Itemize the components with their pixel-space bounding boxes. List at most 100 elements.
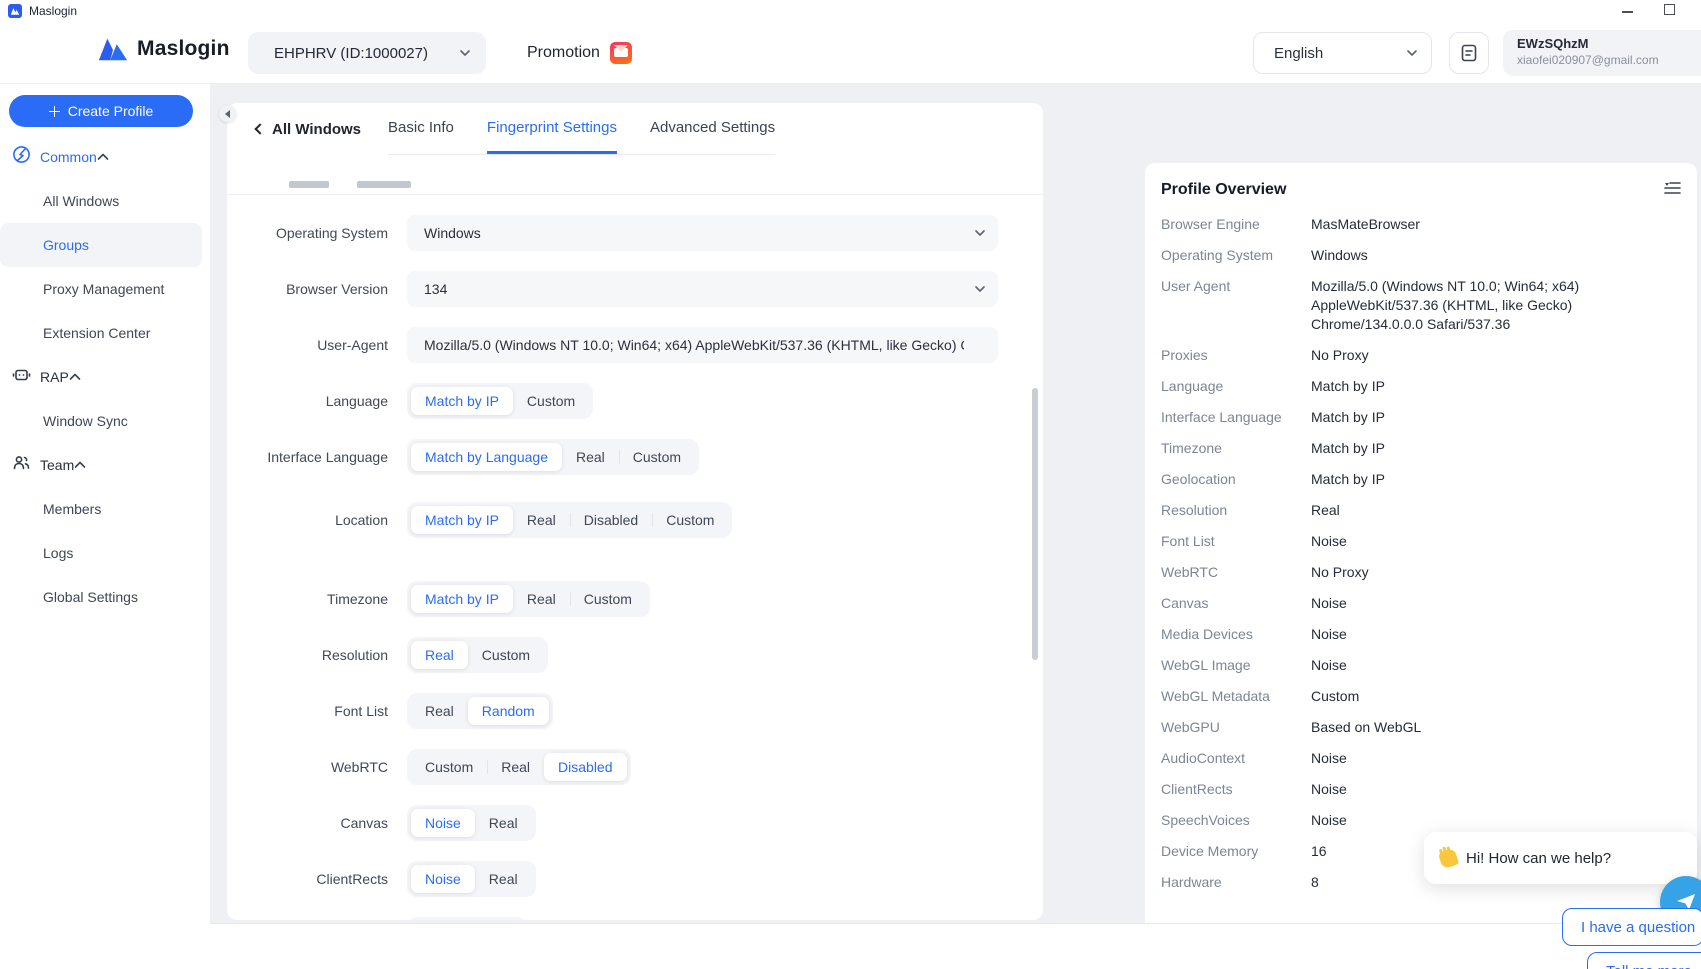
form-label: Location (227, 502, 407, 538)
form-label: Interface Language (227, 439, 407, 475)
segment-option[interactable]: Real (513, 506, 570, 534)
overview-label: Device Memory (1161, 842, 1311, 861)
overview-row: TimezoneMatch by IP (1161, 439, 1681, 458)
segment-option[interactable]: Match by IP (411, 506, 513, 534)
location-segment: Match by IPRealDisabledCustom (407, 502, 732, 538)
select-value: Windows (424, 225, 481, 241)
minimize-icon[interactable] (1622, 11, 1633, 13)
segment-option[interactable]: Real (487, 753, 544, 781)
segment-option[interactable]: Real (475, 809, 532, 837)
segment-option[interactable]: Real (562, 443, 619, 471)
overview-value: Real (1311, 501, 1681, 520)
maximize-icon[interactable] (1664, 4, 1675, 15)
sidebar-item-all-windows[interactable]: All Windows (0, 179, 202, 223)
tabs-group: Basic Info Fingerprint Settings Advanced S… (388, 103, 775, 155)
overview-label: ClientRects (1161, 780, 1311, 799)
segment-option[interactable]: Match by IP (411, 387, 513, 415)
overview-row: AudioContextNoise (1161, 749, 1681, 768)
form-row-browser-version: Browser Version134 (227, 271, 1043, 307)
segment-option[interactable]: Real (513, 585, 570, 613)
segment-option[interactable]: Custom (652, 506, 728, 534)
scrollbar-thumb[interactable] (1032, 388, 1038, 660)
segment-option[interactable]: Match by IP (411, 585, 513, 613)
overview-label: Operating System (1161, 246, 1311, 265)
chat-quick-reply-question[interactable]: I have a question (1562, 908, 1701, 946)
segment-option[interactable]: Noise (411, 865, 475, 893)
language-dropdown[interactable]: English (1253, 32, 1432, 74)
overview-value: Match by IP (1311, 377, 1681, 396)
sidebar-item-members[interactable]: Members (0, 487, 202, 531)
user-account[interactable]: EWzSQhzM xiaofei020907@gmail.com (1503, 30, 1701, 76)
overview-label: Interface Language (1161, 408, 1311, 427)
select-value: 134 (424, 281, 447, 297)
body: Create Profile CommonAll WindowsGroupsPr… (0, 84, 1701, 969)
browser-version-select[interactable]: 134 (407, 271, 998, 307)
segment-option[interactable]: Custom (468, 641, 544, 669)
brand-name: Maslogin (137, 37, 230, 61)
segment-option[interactable]: Custom (619, 443, 695, 471)
tab-basic-info[interactable]: Basic Info (388, 103, 454, 154)
gift-icon (610, 42, 632, 64)
operating-system-select[interactable]: Windows (407, 215, 998, 251)
sidebar-item-logs[interactable]: Logs (0, 531, 202, 575)
sidebar-item-extension-center[interactable]: Extension Center (0, 311, 202, 355)
overview-row: ResolutionReal (1161, 501, 1681, 520)
user-email: xiaofei020907@gmail.com (1517, 53, 1691, 67)
chat-greeting-bubble[interactable]: Hi! How can we help? (1424, 832, 1697, 884)
sidebar-item-groups[interactable]: Groups (0, 223, 202, 267)
segment-option[interactable]: Custom (513, 387, 589, 415)
profile-selector-value: EHPHRV (ID:1000027) (274, 45, 460, 62)
sidebar-item-proxy-management[interactable]: Proxy Management (0, 267, 202, 311)
overview-value: Windows (1311, 246, 1681, 265)
window-title: Maslogin (29, 4, 77, 18)
overview-row: Font ListNoise (1161, 532, 1681, 551)
form-label: Language (227, 383, 407, 419)
clipped-next-control (407, 917, 527, 920)
promotion-link[interactable]: Promotion (527, 32, 632, 74)
sidebar-item-window-sync[interactable]: Window Sync (0, 399, 202, 443)
segment-option[interactable]: Noise (411, 809, 475, 837)
footer-bar (210, 923, 1701, 969)
overview-label: Language (1161, 377, 1311, 396)
profile-selector-dropdown[interactable]: EHPHRV (ID:1000027) (248, 32, 486, 74)
docs-button[interactable] (1449, 32, 1489, 74)
language-value: English (1274, 45, 1407, 62)
team-icon (12, 453, 31, 477)
segment-option[interactable]: Real (411, 697, 468, 725)
segment-option[interactable]: Random (468, 697, 549, 725)
overview-label: Geolocation (1161, 470, 1311, 489)
overview-label: Proxies (1161, 346, 1311, 365)
overview-value: No Proxy (1311, 563, 1681, 582)
tab-advanced-settings[interactable]: Advanced Settings (650, 103, 775, 154)
overview-row: ClientRectsNoise (1161, 780, 1681, 799)
segment-option[interactable]: Custom (411, 753, 487, 781)
sidebar-collapse-button[interactable] (219, 105, 236, 122)
segment-option[interactable]: Custom (570, 585, 646, 613)
sidebar-section-rap[interactable]: RAP (0, 355, 210, 399)
segment-option[interactable]: Disabled (570, 506, 652, 534)
chevron-up-icon (74, 456, 86, 474)
overview-label: WebGPU (1161, 718, 1311, 737)
sidebar-item-global-settings[interactable]: Global Settings (0, 575, 202, 619)
overview-value: Match by IP (1311, 439, 1681, 458)
collapse-panel-icon[interactable] (1664, 181, 1681, 195)
form-label: Canvas (227, 805, 407, 841)
segment-option[interactable]: Disabled (544, 753, 626, 781)
user-agent-input[interactable]: Mozilla/5.0 (Windows NT 10.0; Win64; x64… (407, 327, 998, 363)
fingerprint-form: Operating SystemWindows Browser Version13… (227, 155, 1043, 920)
sidebar-section-common[interactable]: Common (0, 135, 210, 179)
back-to-all-windows[interactable]: All Windows (256, 103, 361, 155)
segment-option[interactable]: Real (475, 865, 532, 893)
overview-row: WebGPUBased on WebGL (1161, 718, 1681, 737)
document-icon (1461, 44, 1477, 62)
timezone-segment: Match by IPRealCustom (407, 581, 650, 617)
sidebar-section-team[interactable]: Team (0, 443, 210, 487)
overview-label: Font List (1161, 532, 1311, 551)
window-titlebar: Maslogin (0, 0, 1701, 22)
tab-fingerprint-settings[interactable]: Fingerprint Settings (487, 103, 617, 154)
form-row-operating-system: Operating SystemWindows (227, 215, 1043, 251)
create-profile-button[interactable]: Create Profile (9, 95, 193, 127)
chat-quick-reply-tell-more[interactable]: Tell me more (1587, 952, 1701, 969)
segment-option[interactable]: Match by Language (411, 443, 562, 471)
segment-option[interactable]: Real (411, 641, 468, 669)
